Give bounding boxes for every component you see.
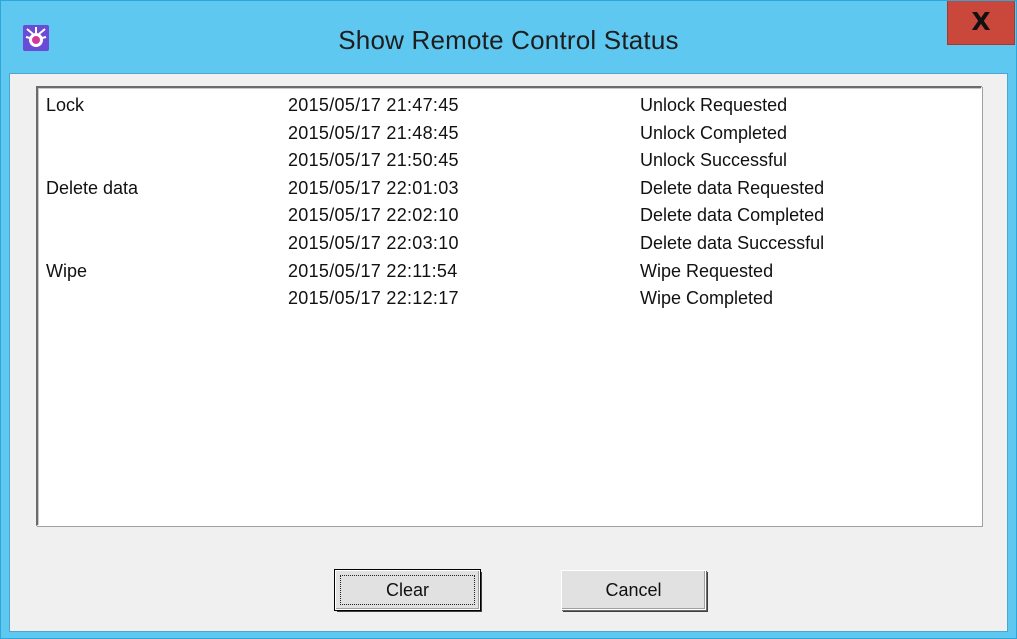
status-row[interactable]: 2015/05/17 21:48:45 Unlock Completed xyxy=(38,120,978,148)
timestamp-cell: 2015/05/17 21:50:45 xyxy=(288,150,459,171)
clear-button[interactable]: Clear xyxy=(334,569,481,611)
action-cell: Delete data xyxy=(46,177,139,198)
status-cell: Wipe Requested xyxy=(640,260,774,281)
focus-rectangle xyxy=(340,575,475,605)
status-cell: Unlock Requested xyxy=(640,95,788,115)
dialog-window: Show Remote Control Status X Lock 2015/05… xyxy=(0,0,1017,639)
status-cell: Delete data Requested xyxy=(640,177,825,198)
timestamp-cell: 2015/05/17 22:11:54 xyxy=(288,260,458,281)
status-row[interactable]: Wipe 2015/05/17 22:11:54 Wipe Requested xyxy=(38,258,978,286)
window-title: Show Remote Control Status xyxy=(338,25,679,55)
timestamp-cell: 2015/05/17 22:12:17 xyxy=(288,288,459,309)
close-button[interactable]: X xyxy=(947,1,1015,45)
timestamp-cell: 2015/05/17 22:01:03 xyxy=(288,177,459,198)
status-cell: Unlock Successful xyxy=(640,150,788,171)
cancel-button[interactable]: Cancel xyxy=(561,570,706,610)
action-cell: Wipe xyxy=(46,260,88,281)
action-cell: Lock xyxy=(46,95,85,115)
status-row[interactable]: 2015/05/17 21:50:45 Unlock Successful xyxy=(38,147,978,175)
status-cell: Wipe Completed xyxy=(640,288,774,309)
timestamp-cell: 2015/05/17 21:48:45 xyxy=(288,122,459,143)
status-cell: Unlock Completed xyxy=(640,122,788,143)
status-list[interactable]: Lock 2015/05/17 21:47:45 Unlock Requested 2… xyxy=(36,86,982,526)
timestamp-cell: 2015/05/17 22:03:10 xyxy=(288,233,459,253)
status-row[interactable]: 2015/05/17 22:02:10 Delete data Completed xyxy=(38,202,978,230)
dialog-client-area: Lock 2015/05/17 21:47:45 Unlock Requested 2… xyxy=(9,73,1008,632)
status-row[interactable]: Delete data 2015/05/17 22:01:03 Delete dat… xyxy=(38,175,978,203)
status-cell: Delete data Successful xyxy=(640,233,825,253)
close-icon: X xyxy=(971,7,991,36)
status-cell: Delete data Completed xyxy=(640,205,825,226)
title-bar[interactable]: Show Remote Control Status X xyxy=(1,1,1016,79)
timestamp-cell: 2015/05/17 22:02:10 xyxy=(288,205,459,226)
cancel-button-label: Cancel xyxy=(605,579,662,600)
status-row[interactable]: Lock 2015/05/17 21:47:45 Unlock Requested xyxy=(38,92,978,120)
status-row[interactable]: 2015/05/17 22:03:10 Delete data Successfu… xyxy=(38,230,978,258)
status-row[interactable]: 2015/05/17 22:12:17 Wipe Completed xyxy=(38,285,978,313)
timestamp-cell: 2015/05/17 21:47:45 xyxy=(288,95,459,115)
